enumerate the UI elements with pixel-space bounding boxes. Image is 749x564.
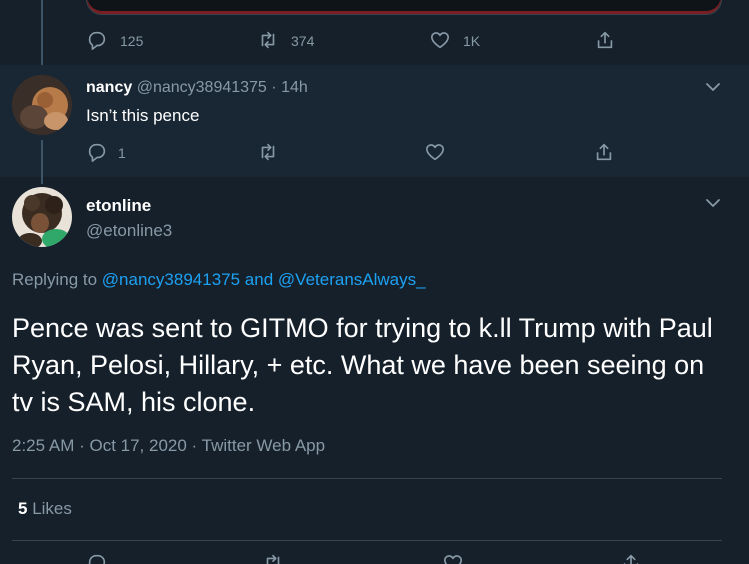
reply-icon [86, 29, 108, 54]
reply-icon [86, 141, 108, 166]
retweet-button[interactable] [262, 552, 284, 564]
reply-count: 125 [120, 33, 144, 49]
reply-display-name[interactable]: nancy [86, 79, 132, 96]
tweet-text: Pence was sent to GITMO for trying to k.… [12, 313, 713, 417]
replying-to: Replying to @nancy38941375 and @Veterans… [12, 270, 426, 290]
reply-tweet-actions: 1 [0, 141, 749, 165]
media-card[interactable] [86, 0, 722, 15]
tweet-thread-view: 125 374 1K nancy @nancy38941375 · 14h Is… [0, 0, 749, 564]
like-count: 1K [463, 33, 481, 49]
separator: · [271, 79, 277, 96]
reply-more-button[interactable] [704, 78, 722, 96]
reply-time[interactable]: 14h [281, 79, 308, 96]
replying-prefix: Replying to [12, 270, 98, 289]
share-icon [594, 29, 616, 54]
chevron-down-icon [704, 199, 722, 216]
avatar[interactable] [12, 75, 72, 135]
reply-icon [86, 552, 108, 564]
retweet-icon [257, 141, 279, 166]
like-button[interactable] [442, 552, 464, 564]
share-button[interactable] [620, 552, 642, 564]
likes-count: 5 [18, 499, 28, 518]
share-icon [620, 552, 642, 564]
share-button[interactable] [593, 141, 615, 165]
divider [12, 540, 722, 541]
tweet-more-button[interactable] [704, 194, 722, 212]
reply-button[interactable]: 1 [86, 141, 126, 165]
retweet-count: 374 [291, 33, 315, 49]
retweet-button[interactable] [257, 141, 279, 165]
author-display-name[interactable]: etonline [86, 196, 151, 216]
reply-count: 1 [118, 145, 126, 161]
replying-user-link[interactable]: @VeteransAlways_ [278, 270, 426, 289]
chevron-down-icon [704, 83, 722, 100]
like-button[interactable] [424, 141, 446, 165]
retweet-icon [262, 552, 284, 564]
heart-icon [442, 552, 464, 564]
reply-button[interactable]: 125 [86, 29, 143, 53]
retweet-button[interactable]: 374 [257, 29, 314, 53]
avatar[interactable] [12, 187, 72, 247]
heart-icon [424, 141, 446, 166]
divider [12, 478, 722, 479]
tweet-timestamp[interactable]: 2:25 AM · Oct 17, 2020 · Twitter Web App [12, 436, 325, 456]
main-tweet-actions [0, 552, 749, 564]
like-button[interactable]: 1K [429, 29, 480, 53]
retweet-icon [257, 29, 279, 54]
likes-link[interactable]: 5 Likes [18, 499, 72, 519]
share-icon [593, 141, 615, 166]
reply-text: Isn’t this pence [86, 106, 200, 125]
replying-user-link[interactable]: @nancy38941375 [102, 270, 240, 289]
replying-and[interactable]: and [245, 270, 273, 289]
heart-icon [429, 29, 451, 54]
reply-header: nancy @nancy38941375 · 14h [86, 79, 308, 97]
author-handle[interactable]: @etonline3 [86, 221, 172, 241]
reply-button[interactable] [86, 552, 108, 564]
reply-handle[interactable]: @nancy38941375 [137, 79, 267, 96]
likes-label: Likes [32, 499, 72, 518]
share-button[interactable] [594, 29, 616, 53]
top-tweet-actions: 125 374 1K [0, 29, 749, 53]
